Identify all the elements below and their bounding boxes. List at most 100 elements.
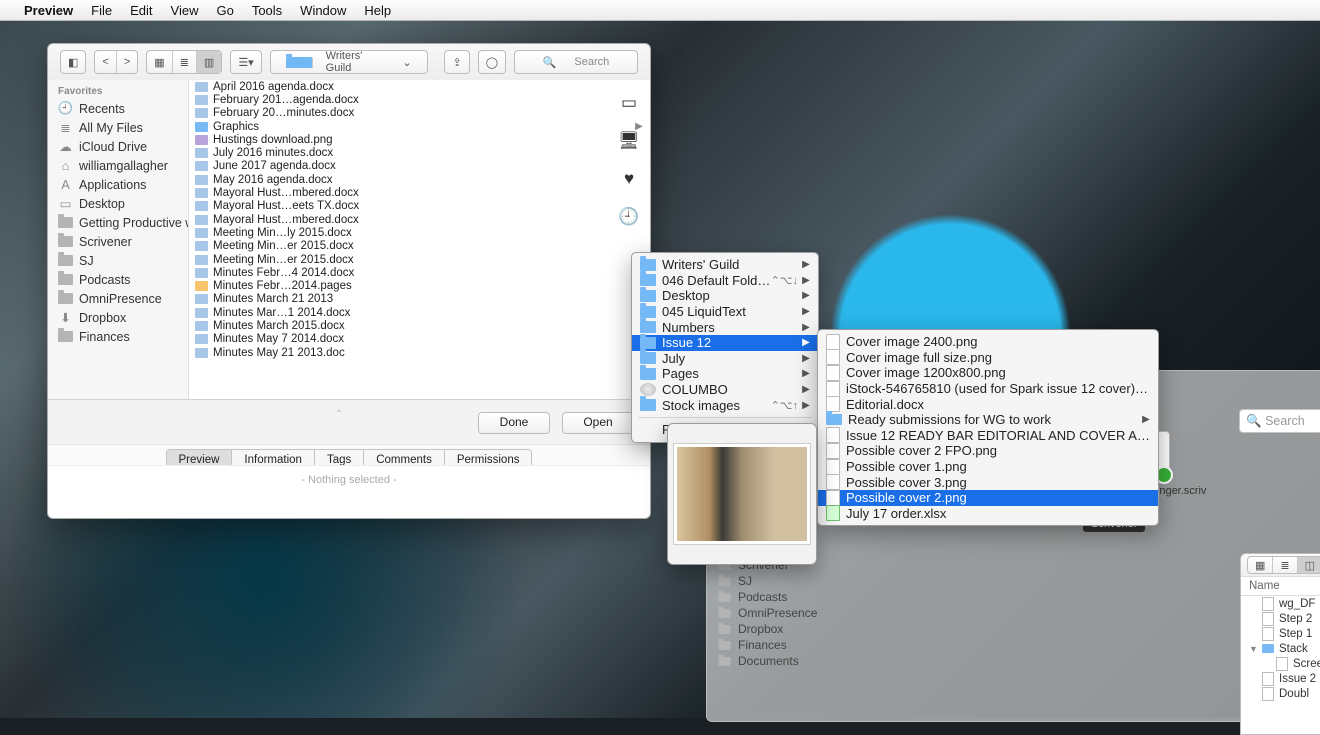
dfx-finder-icon[interactable]: ▭ xyxy=(618,93,640,113)
file-item[interactable]: April 2016 agenda.docx xyxy=(189,80,650,93)
view-icons-icon[interactable]: ▦ xyxy=(147,51,172,73)
app-name[interactable]: Preview xyxy=(24,3,73,18)
dfx-recent-icon[interactable]: 🕘 xyxy=(618,207,640,227)
recent-folder-item[interactable]: Numbers▶ xyxy=(632,319,818,335)
menu-go[interactable]: Go xyxy=(216,3,233,18)
file-item[interactable]: Mayoral Hust…eets TX.docx xyxy=(189,200,650,213)
bg2-column-header[interactable]: Name xyxy=(1241,577,1320,596)
file-item[interactable]: February 201…agenda.docx xyxy=(189,93,650,106)
sidebar-item[interactable]: Finances xyxy=(48,327,188,346)
submenu-item[interactable]: Issue 12 READY BAR EDITORIAL AND COVER A… xyxy=(818,428,1158,444)
bg-sidebar-item[interactable]: SJ xyxy=(707,573,841,589)
file-item[interactable]: Minutes May 7 2014.docx xyxy=(189,333,650,346)
view-mode-segmented[interactable]: ▦ ≣ ▥ xyxy=(146,50,222,74)
list-row[interactable]: Step 1 xyxy=(1241,626,1320,641)
nav-back-forward[interactable]: <> xyxy=(94,50,138,74)
list-row[interactable]: ▼Stack xyxy=(1241,641,1320,656)
sidebar-item[interactable]: AApplications xyxy=(48,175,188,194)
sidebar-item[interactable]: Podcasts xyxy=(48,270,188,289)
bg-sidebar-item[interactable]: Dropbox xyxy=(707,621,841,637)
file-item[interactable]: June 2017 agenda.docx xyxy=(189,160,650,173)
dfx-favorites-icon[interactable]: ♥ xyxy=(618,169,640,189)
file-item[interactable]: July 2016 minutes.docx xyxy=(189,146,650,159)
file-item[interactable]: Mayoral Hust…mbered.docx xyxy=(189,186,650,199)
open-button[interactable]: Open xyxy=(562,412,634,434)
recent-folder-item[interactable]: July▶ xyxy=(632,351,818,367)
file-item[interactable]: Meeting Min…er 2015.docx xyxy=(189,253,650,266)
submenu-item[interactable]: Possible cover 1.png xyxy=(818,459,1158,475)
file-item[interactable]: Minutes March 21 2013 xyxy=(189,293,650,306)
bg-sidebar-item[interactable]: Podcasts xyxy=(707,589,841,605)
file-item[interactable]: Minutes May 21 2013.doc xyxy=(189,346,650,359)
menu-help[interactable]: Help xyxy=(364,3,391,18)
sidebar-item[interactable]: Scrivener xyxy=(48,232,188,251)
recent-folder-item[interactable]: 045 LiquidText▶ xyxy=(632,304,818,320)
submenu-item[interactable]: Cover image full size.png xyxy=(818,350,1158,366)
expand-grip-icon[interactable] xyxy=(335,406,363,411)
sidebar-item[interactable]: SJ xyxy=(48,251,188,270)
recent-folder-item[interactable]: Stock images⌃⌥↑▶ xyxy=(632,397,818,413)
submenu-item[interactable]: Ready submissions for WG to work▶ xyxy=(818,412,1158,428)
sidebar-item[interactable]: ⬇Dropbox xyxy=(48,308,188,327)
recent-folder-item[interactable]: 046 Default Folder X⌃⌥↓▶ xyxy=(632,273,818,289)
tags-button[interactable]: ◯ xyxy=(478,50,506,74)
menu-view[interactable]: View xyxy=(171,3,199,18)
share-button[interactable]: ⇪ xyxy=(444,50,469,74)
menu-window[interactable]: Window xyxy=(300,3,346,18)
sidebar-item[interactable]: ≣All My Files xyxy=(48,118,188,137)
submenu-item[interactable]: iStock-546765810 (used for Spark issue 1… xyxy=(818,381,1158,397)
submenu-item[interactable]: Possible cover 2 FPO.png xyxy=(818,443,1158,459)
background-list-window[interactable]: ▦≣◫▭ Name wg_DFStep 2Step 1▼StackScreenI… xyxy=(1240,553,1320,735)
bg-sidebar-item[interactable]: Finances xyxy=(707,637,841,653)
recent-folder-item[interactable]: COLUMBO▶ xyxy=(632,382,818,398)
sidebar-item[interactable]: 🕘Recents xyxy=(48,99,188,118)
bg-sidebar-item[interactable]: OmniPresence xyxy=(707,605,841,621)
recent-folder-item[interactable]: Issue 12▶ xyxy=(632,335,818,351)
submenu-item[interactable]: July 17 order.xlsx xyxy=(818,506,1158,522)
file-item[interactable]: Minutes March 2015.docx xyxy=(189,319,650,332)
file-item[interactable]: Mayoral Hust…mbered.docx xyxy=(189,213,650,226)
list-row[interactable]: Step 2 xyxy=(1241,611,1320,626)
menu-tools[interactable]: Tools xyxy=(252,3,282,18)
list-row[interactable]: Issue 2 xyxy=(1241,671,1320,686)
sidebar-item[interactable]: ⌂williamgallagher xyxy=(48,156,188,175)
file-item[interactable]: Graphics▶ xyxy=(189,120,650,133)
recent-folder-item[interactable]: Pages▶ xyxy=(632,366,818,382)
sidebar-item[interactable]: ▭Desktop xyxy=(48,194,188,213)
submenu-item[interactable]: Editorial.docx xyxy=(818,396,1158,412)
recent-folder-item[interactable]: Desktop▶ xyxy=(632,288,818,304)
file-item[interactable]: February 20…minutes.docx xyxy=(189,107,650,120)
sidebar-toggle-button[interactable]: ◧ xyxy=(60,50,86,74)
location-popup[interactable]: Writers' Guild ⌄ xyxy=(270,50,428,74)
sidebar-item[interactable]: OmniPresence xyxy=(48,289,188,308)
menu-file[interactable]: File xyxy=(91,3,112,18)
bg2-view-seg[interactable]: ▦≣◫▭ xyxy=(1247,556,1320,574)
file-item[interactable]: Meeting Min…ly 2015.docx xyxy=(189,226,650,239)
dfx-computer-icon[interactable]: 🖥 xyxy=(618,131,640,151)
file-item[interactable]: Minutes Febr…2014.pages xyxy=(189,279,650,292)
search-input[interactable]: 🔍 Search xyxy=(514,50,638,74)
file-item[interactable]: Hustings download.png xyxy=(189,133,650,146)
file-item[interactable]: Meeting Min…er 2015.docx xyxy=(189,240,650,253)
list-row[interactable]: Screen xyxy=(1241,656,1320,671)
disclosure-icon[interactable]: ▼ xyxy=(1249,644,1257,654)
group-button[interactable]: ☰▾ xyxy=(230,50,261,74)
done-button[interactable]: Done xyxy=(478,412,550,434)
submenu-item[interactable]: Possible cover 3.png xyxy=(818,474,1158,490)
recent-folder-item[interactable]: Writers' Guild▶ xyxy=(632,257,818,273)
list-row[interactable]: Doubl xyxy=(1241,686,1320,701)
bg-sidebar-item[interactable]: Documents xyxy=(707,653,841,669)
file-item[interactable]: May 2016 agenda.docx xyxy=(189,173,650,186)
view-columns-icon[interactable]: ▥ xyxy=(197,51,221,73)
submenu-item[interactable]: Cover image 1200x800.png xyxy=(818,365,1158,381)
file-item[interactable]: Minutes Febr…4 2014.docx xyxy=(189,266,650,279)
menu-edit[interactable]: Edit xyxy=(130,3,152,18)
sidebar-item[interactable]: Getting Productive w… xyxy=(48,213,188,232)
submenu-item[interactable]: Possible cover 2.png xyxy=(818,490,1158,506)
file-item[interactable]: Minutes Mar…1 2014.docx xyxy=(189,306,650,319)
view-list-icon[interactable]: ≣ xyxy=(173,51,197,73)
list-row[interactable]: wg_DF xyxy=(1241,596,1320,611)
bg-search-input[interactable]: 🔍 Search xyxy=(1239,409,1320,433)
submenu-item[interactable]: Cover image 2400.png xyxy=(818,334,1158,350)
sidebar-item[interactable]: ☁iCloud Drive xyxy=(48,137,188,156)
